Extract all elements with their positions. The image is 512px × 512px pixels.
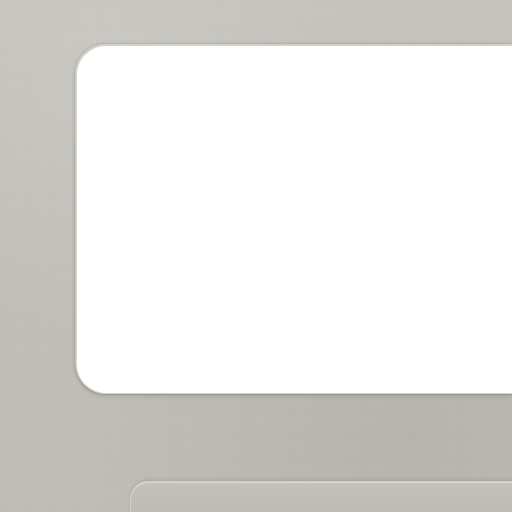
bottom-rounded-ledge: [130, 481, 512, 512]
white-rounded-panel: [76, 45, 512, 394]
